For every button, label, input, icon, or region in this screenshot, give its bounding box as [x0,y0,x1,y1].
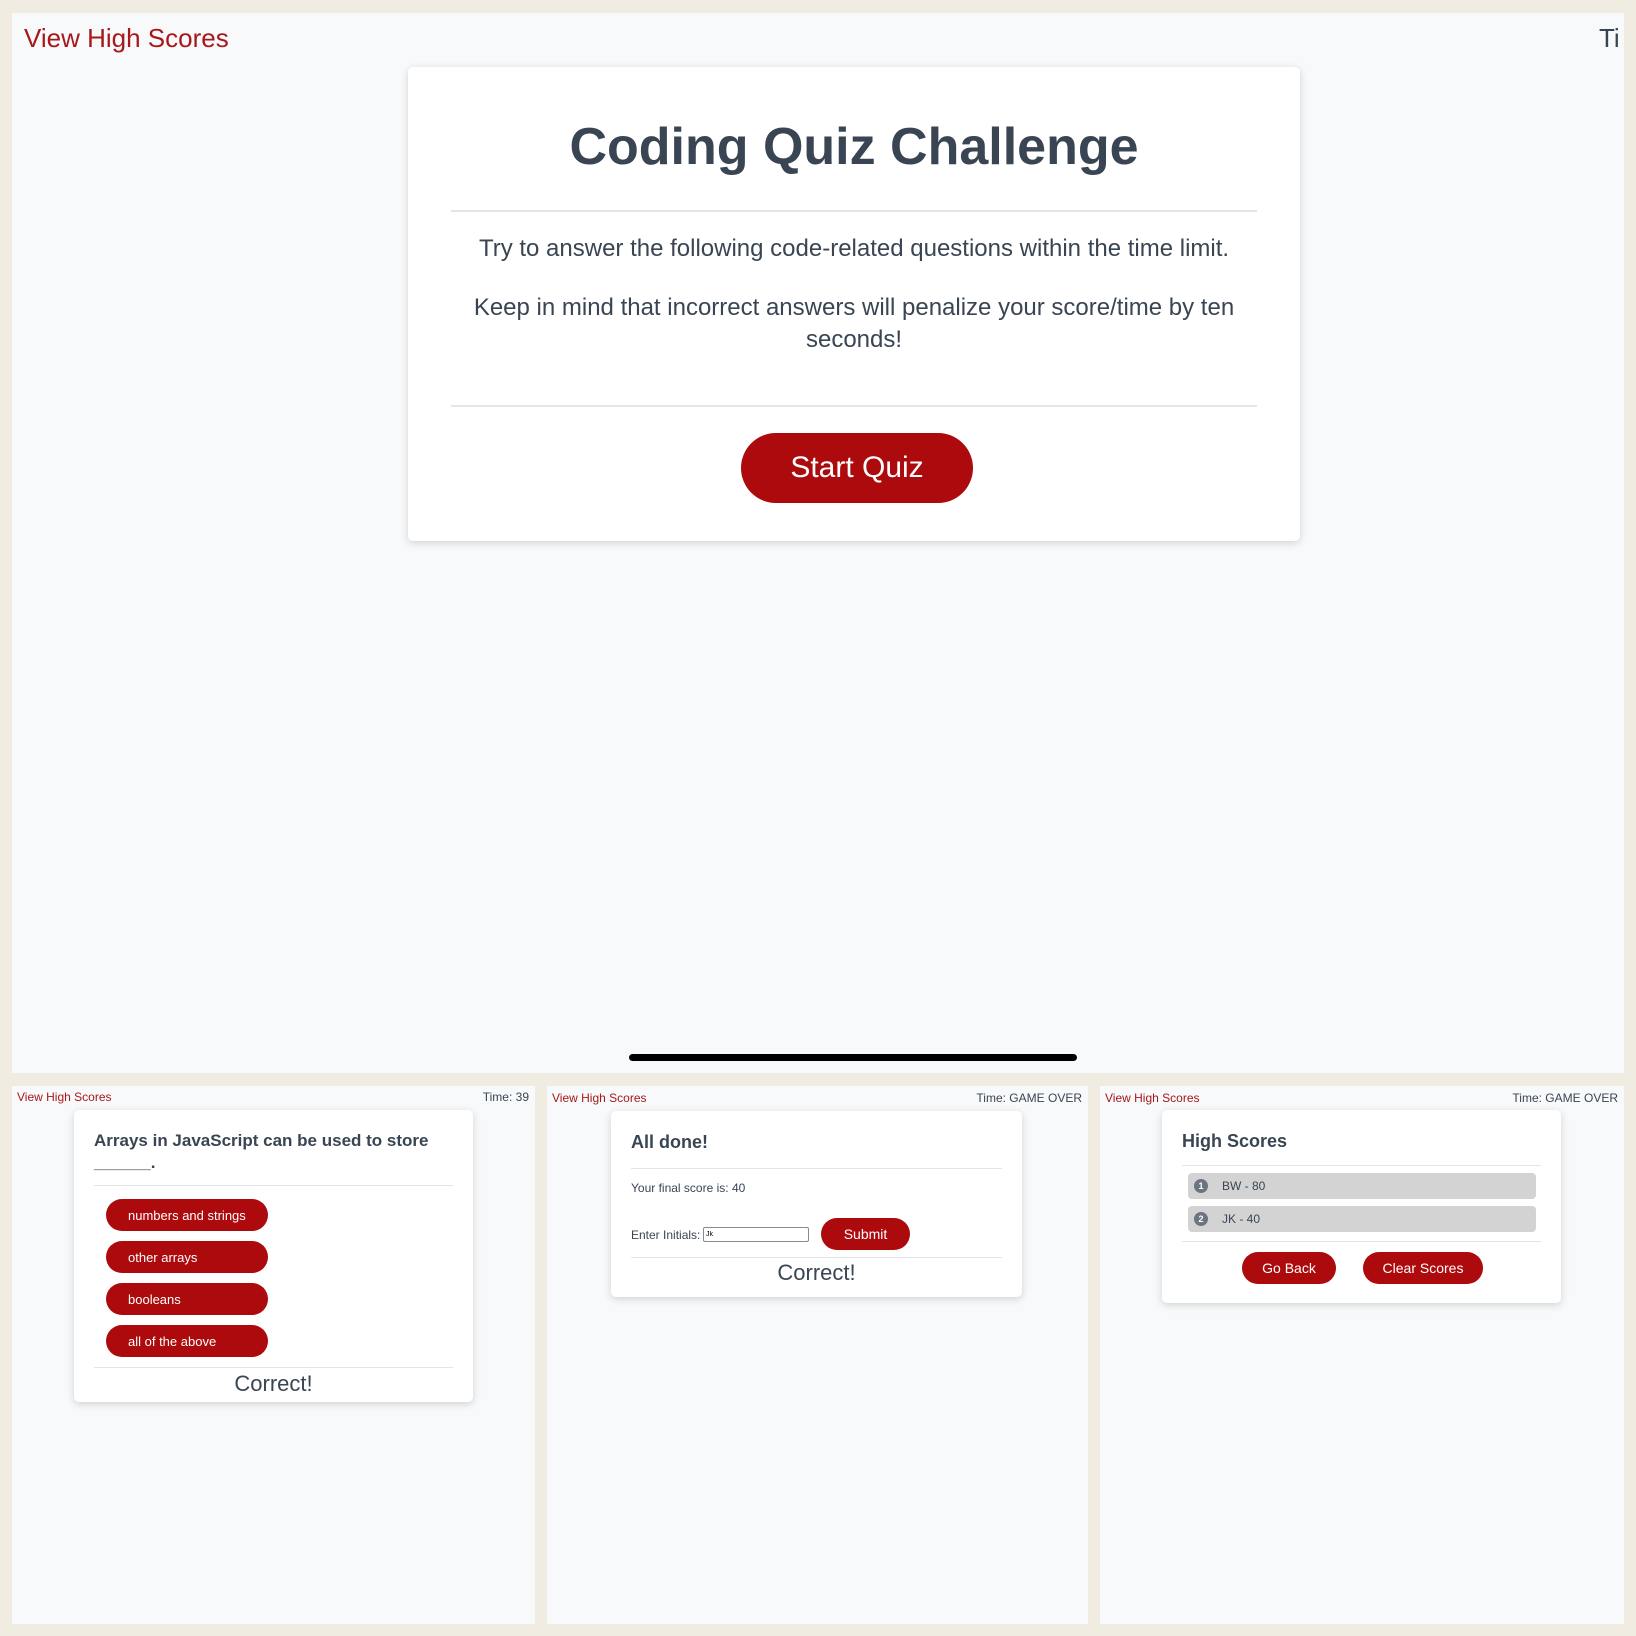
view-high-scores-link[interactable]: View High Scores [552,1091,647,1105]
all-done-card: All done! Your final score is: 40 Enter … [611,1111,1022,1297]
view-high-scores-link[interactable]: View High Scores [1105,1091,1200,1105]
divider [1182,1241,1541,1242]
question-screen: View High Scores Time: 39 Arrays in Java… [12,1086,535,1624]
divider [631,1257,1002,1258]
high-scores-screen: View High Scores Time: GAME OVER High Sc… [1100,1086,1624,1624]
answer-button-4[interactable]: all of the above [106,1325,268,1357]
divider [94,1185,453,1186]
view-high-scores-link[interactable]: View High Scores [24,23,229,54]
section-title: All done! [631,1132,708,1152]
initials-input[interactable] [703,1227,809,1242]
section-title: High Scores [1182,1131,1288,1151]
score-row: 1 BW - 80 [1188,1173,1536,1199]
score-entry: BW - 80 [1222,1179,1266,1193]
penalty-text: Keep in mind that incorrect answers will… [473,294,1235,353]
home-indicator [629,1054,1077,1061]
view-high-scores-link[interactable]: View High Scores [17,1090,112,1104]
start-quiz-button[interactable]: Start Quiz [741,433,973,503]
feedback-text: Correct! [234,1371,313,1396]
divider [451,405,1257,407]
rank-badge: 2 [1194,1212,1208,1226]
start-card: Coding Quiz Challenge Try to answer the … [408,67,1300,541]
answer-button-3[interactable]: booleans [106,1283,268,1315]
divider [451,210,1257,212]
initials-label: Enter Initials: [631,1228,701,1242]
answer-button-2[interactable]: other arrays [106,1241,268,1273]
score-row: 2 JK - 40 [1188,1206,1536,1232]
submit-button[interactable]: Submit [821,1218,910,1250]
divider [94,1367,453,1368]
all-done-screen: View High Scores Time: GAME OVER All don… [547,1086,1088,1624]
score-entry: JK - 40 [1222,1212,1261,1226]
main-screen: View High Scores Ti Coding Quiz Challeng… [12,13,1624,1073]
question-text: Arrays in JavaScript can be used to stor… [94,1131,429,1172]
intro-text: Try to answer the following code-related… [478,235,1230,262]
final-score-text: Your final score is: 40 [631,1181,746,1195]
answer-button-1[interactable]: numbers and strings [106,1199,268,1231]
timer-display: Time: GAME OVER [976,1091,1082,1105]
divider [1182,1165,1541,1166]
clear-scores-button[interactable]: Clear Scores [1363,1252,1483,1284]
high-scores-card: High Scores 1 BW - 80 2 JK - 40 Go Back … [1162,1110,1561,1303]
feedback-text: Correct! [777,1260,856,1285]
timer-display: Ti [1599,23,1620,53]
page-title: Coding Quiz Challenge [569,118,1139,176]
question-card: Arrays in JavaScript can be used to stor… [74,1110,473,1402]
timer-display: Time: GAME OVER [1512,1091,1618,1105]
timer-display: Time: 39 [482,1090,529,1104]
divider [631,1168,1002,1169]
rank-badge: 1 [1194,1179,1208,1193]
go-back-button[interactable]: Go Back [1242,1252,1336,1284]
